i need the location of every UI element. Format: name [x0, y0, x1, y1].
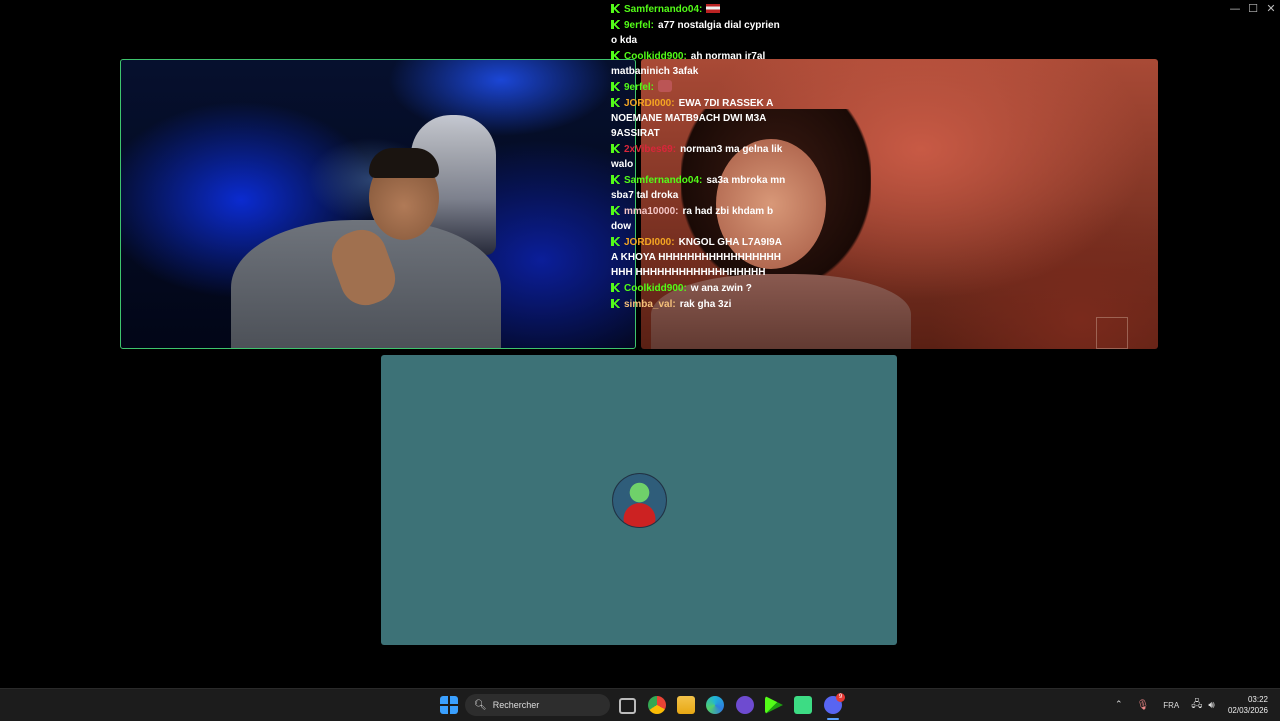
minimize-button[interactable]: — — [1226, 0, 1244, 16]
chat-username[interactable]: Coolkidd900: — [624, 51, 687, 62]
chat-message: 2xVibes69: norman3 ma gelna lik walo — [611, 142, 786, 172]
kick-badge-icon — [611, 175, 620, 184]
chat-message: mma10000: ra had zbi khdam b dow — [611, 204, 786, 234]
kick-badge-icon — [611, 206, 620, 215]
chat-username[interactable]: 9erfel: — [624, 20, 654, 31]
taskbar-search[interactable]: 🔍︎ Rechercher — [465, 694, 610, 716]
microphone-icon[interactable]: 🎙︎ — [1137, 700, 1150, 711]
chat-username[interactable]: Samfernando04: — [624, 175, 702, 186]
chat-message: JORDI000: KNGOL GHA L7A9I9A A KHOYA HHHHH… — [611, 235, 786, 280]
chat-username[interactable]: mma10000: — [624, 206, 678, 217]
window-controls: — ☐ ✕ — [1226, 0, 1280, 16]
clock[interactable]: 03:22 02/03/2026 — [1228, 694, 1268, 716]
search-placeholder: Rechercher — [492, 700, 540, 710]
chat-message: Samfernando04: — [611, 2, 786, 17]
volume-icon[interactable]: 🔊︎ — [1208, 700, 1214, 711]
chevron-up-icon[interactable]: ⌃ — [1115, 700, 1123, 710]
close-button[interactable]: ✕ — [1262, 0, 1280, 16]
chat-message: simba_val: rak gha 3zi — [611, 297, 786, 312]
android-app-icon[interactable] — [794, 696, 812, 714]
chat-username[interactable]: JORDI000: — [624, 237, 675, 248]
kick-badge-icon — [611, 299, 620, 308]
wall-frame — [1096, 317, 1128, 349]
task-view-icon[interactable] — [619, 698, 636, 714]
chat-message: Coolkidd900: w ana zwin ? — [611, 281, 786, 296]
kick-badge-icon — [611, 283, 620, 292]
chat-overlay: Samfernando04: 9erfel: a77 nostalgia dial… — [611, 2, 786, 313]
search-icon: 🔍︎ — [474, 699, 487, 711]
chat-username[interactable]: JORDI000: — [624, 98, 675, 109]
clock-date: 02/03/2026 — [1227, 706, 1268, 715]
clock-time: 03:22 — [1247, 695, 1268, 704]
kick-badge-icon — [611, 20, 620, 29]
chat-text: w ana zwin ? — [690, 283, 752, 294]
edge-icon[interactable] — [706, 696, 724, 714]
emote-icon — [658, 80, 673, 92]
kick-badge-icon — [611, 98, 620, 107]
flag-icon — [706, 4, 721, 13]
chat-message: 9erfel: a77 nostalgia dial cyprien o kda — [611, 18, 786, 48]
chat-message: Coolkidd900: ah norman ir7al matbaninich … — [611, 49, 786, 79]
network-icon[interactable]: 🖧︎ — [1191, 697, 1202, 714]
kick-badge-icon — [611, 51, 620, 60]
maximize-button[interactable]: ☐ — [1244, 0, 1262, 16]
chat-message: JORDI000: EWA 7DI RASSEK A NOEMANE MATB9A… — [611, 96, 786, 141]
chat-message: Samfernando04: sa3a mbroka mn sba7 tal dr… — [611, 173, 786, 203]
chat-username[interactable]: Samfernando04: — [624, 4, 702, 15]
discord-notification-badge: 9 — [836, 693, 845, 702]
chrome-icon[interactable] — [648, 696, 666, 714]
chat-username[interactable]: 2xVibes69: — [624, 144, 676, 155]
kick-badge-icon — [611, 237, 620, 246]
streaming-app-icon[interactable] — [765, 696, 783, 714]
chat-username[interactable]: simba_val: — [624, 299, 676, 310]
windows-start-icon[interactable] — [440, 696, 458, 714]
messenger-app-icon[interactable] — [736, 696, 754, 714]
kick-badge-icon — [611, 82, 620, 91]
taskbar: 🔍︎ Rechercher 9 ⌃ 🎙︎ FRA 🖧︎ 🔊︎ 03:22 02/… — [0, 688, 1280, 721]
person-hair — [369, 148, 439, 178]
chat-message: 9erfel: — [611, 80, 786, 95]
chat-username[interactable]: Coolkidd900: — [624, 283, 687, 294]
system-tray: ⌃ 🎙︎ FRA 🖧︎ 🔊︎ — [1115, 689, 1215, 721]
kick-badge-icon — [611, 144, 620, 153]
kick-badge-icon — [611, 4, 620, 13]
video-tile-streamer[interactable] — [120, 59, 636, 349]
chat-text: rak gha 3zi — [679, 299, 732, 310]
chat-username[interactable]: 9erfel: — [624, 82, 654, 93]
avatar[interactable] — [612, 473, 667, 528]
file-explorer-icon[interactable] — [677, 696, 695, 714]
language-indicator[interactable]: FRA — [1163, 701, 1179, 710]
